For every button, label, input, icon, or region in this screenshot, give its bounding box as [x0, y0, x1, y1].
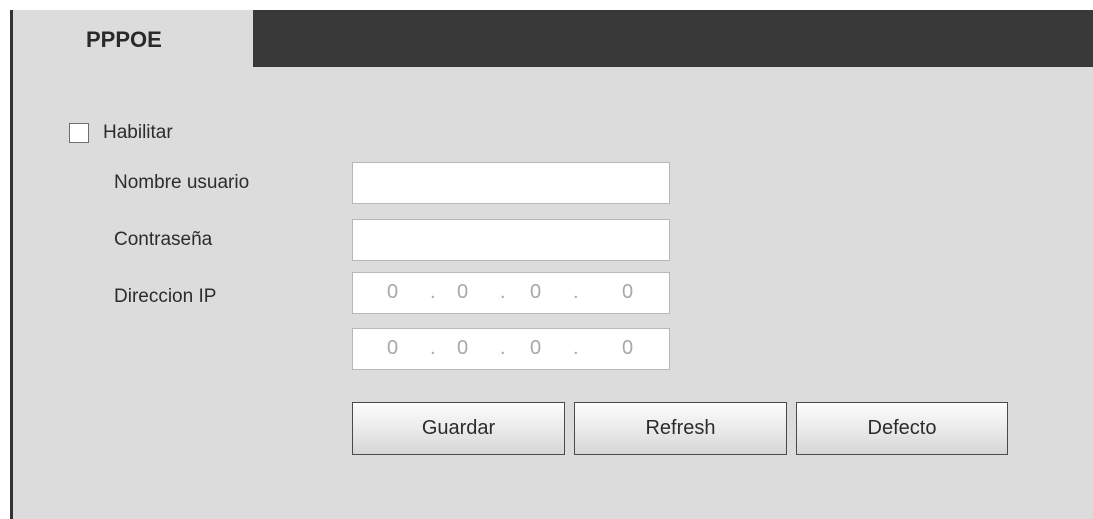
enable-checkbox[interactable] [69, 123, 89, 143]
ip-separator: . [430, 281, 436, 303]
ip-address-input-2[interactable]: 0 . 0 . 0 . 0 [352, 328, 670, 370]
username-input[interactable] [352, 162, 670, 204]
ip-separator: . [573, 281, 579, 303]
password-input[interactable] [352, 219, 670, 261]
ip2-octet-2[interactable]: 0 [457, 337, 468, 360]
ip-octet-1[interactable]: 0 [387, 281, 398, 304]
ip2-octet-4[interactable]: 0 [622, 337, 633, 360]
ip2-octet-1[interactable]: 0 [387, 337, 398, 360]
ip-octet-2[interactable]: 0 [457, 281, 468, 304]
pppoe-panel: PPPOE Habilitar Nombre usuario Contraseñ… [10, 10, 1093, 519]
password-label: Contraseña [114, 229, 213, 250]
tab-bar: PPPOE [13, 10, 1093, 67]
ip2-octet-3[interactable]: 0 [530, 337, 541, 360]
ip2-separator: . [430, 337, 436, 359]
ip2-separator: . [500, 337, 506, 359]
enable-label: Habilitar [103, 122, 173, 143]
enable-row[interactable]: Habilitar [69, 122, 173, 144]
ip2-separator: . [573, 337, 579, 359]
refresh-button[interactable]: Refresh [574, 402, 787, 455]
ip-address-label: Direccion IP [114, 286, 217, 307]
tab-pppoe[interactable]: PPPOE [13, 10, 253, 67]
default-button[interactable]: Defecto [796, 402, 1008, 455]
ip-octet-3[interactable]: 0 [530, 281, 541, 304]
username-label: Nombre usuario [114, 172, 250, 193]
ip-separator: . [500, 281, 506, 303]
ip-octet-4[interactable]: 0 [622, 281, 633, 304]
ip-address-input[interactable]: 0 . 0 . 0 . 0 [352, 272, 670, 314]
save-button[interactable]: Guardar [352, 402, 565, 455]
